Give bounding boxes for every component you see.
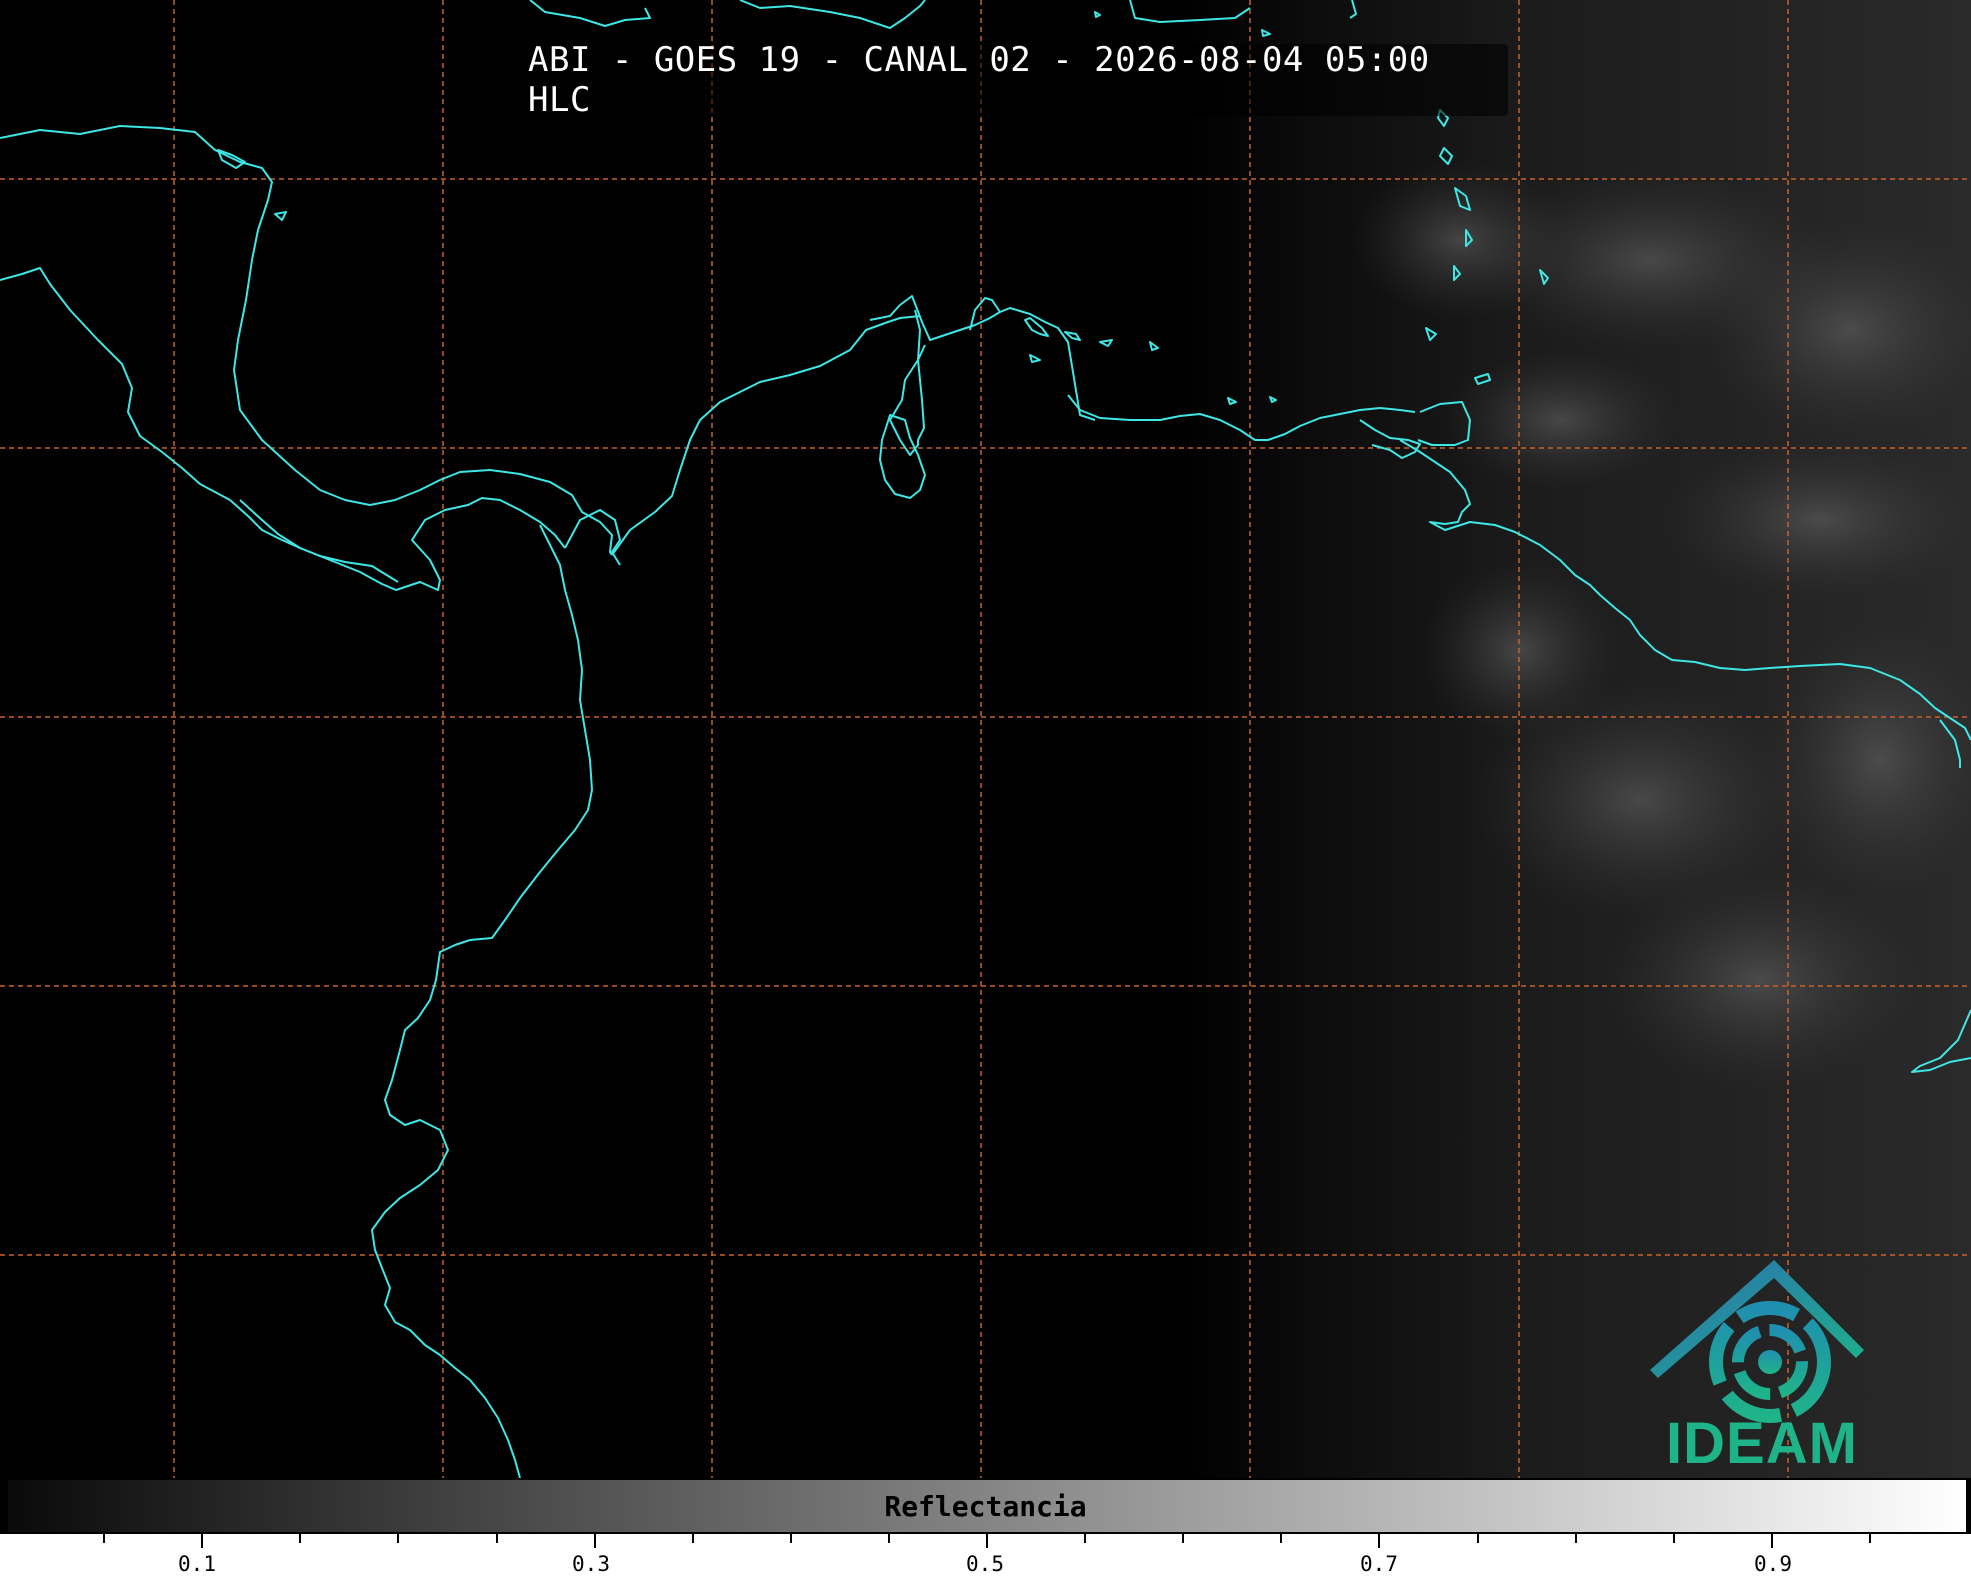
colorbar-tick-label: 0.5: [966, 1552, 1004, 1576]
colorbar-tick-label: 0.7: [1360, 1552, 1398, 1576]
colorbar-label-text: Reflectancia: [884, 1489, 1087, 1523]
colorbar-major-tick: [1770, 1534, 1773, 1548]
colorbar-minor-tick: [1280, 1534, 1283, 1543]
colorbar-major-tick: [986, 1534, 988, 1548]
map-title-text: ABI - GOES 19 - CANAL 02 - 2026-08-04 05…: [528, 40, 1430, 120]
colorbar-minor-tick: [887, 1534, 890, 1543]
colorbar-minor-tick: [691, 1534, 694, 1543]
colorbar-minor-tick: [1672, 1534, 1675, 1543]
colorbar-tick-label: 0.1: [178, 1552, 216, 1576]
colorbar-minor-tick: [495, 1534, 498, 1543]
colorbar-tick-label: 0.3: [572, 1552, 610, 1576]
colorbar-minor-tick: [1476, 1534, 1479, 1543]
colorbar-major-tick: [593, 1534, 596, 1548]
colorbar-minor-tick: [1182, 1534, 1185, 1543]
colorbar-minor-tick: [103, 1534, 106, 1543]
ideam-logo-text: IDEAM: [1666, 1411, 1858, 1476]
colorbar-tick-label: 0.9: [1754, 1552, 1792, 1576]
colorbar-minor-tick: [397, 1534, 400, 1543]
map-title: ABI - GOES 19 - CANAL 02 - 2026-08-04 05…: [528, 40, 1508, 120]
colorbar-minor-tick: [1574, 1534, 1577, 1543]
colorbar-major-tick: [1378, 1534, 1381, 1548]
colorbar-minor-tick: [1084, 1534, 1087, 1543]
colorbar-minor-tick: [789, 1534, 792, 1543]
colorbar-label: Reflectancia: [0, 1478, 1971, 1534]
colorbar-major-tick: [201, 1534, 204, 1548]
colorbar-minor-tick: [1868, 1534, 1871, 1543]
colorbar-minor-tick: [299, 1534, 302, 1543]
